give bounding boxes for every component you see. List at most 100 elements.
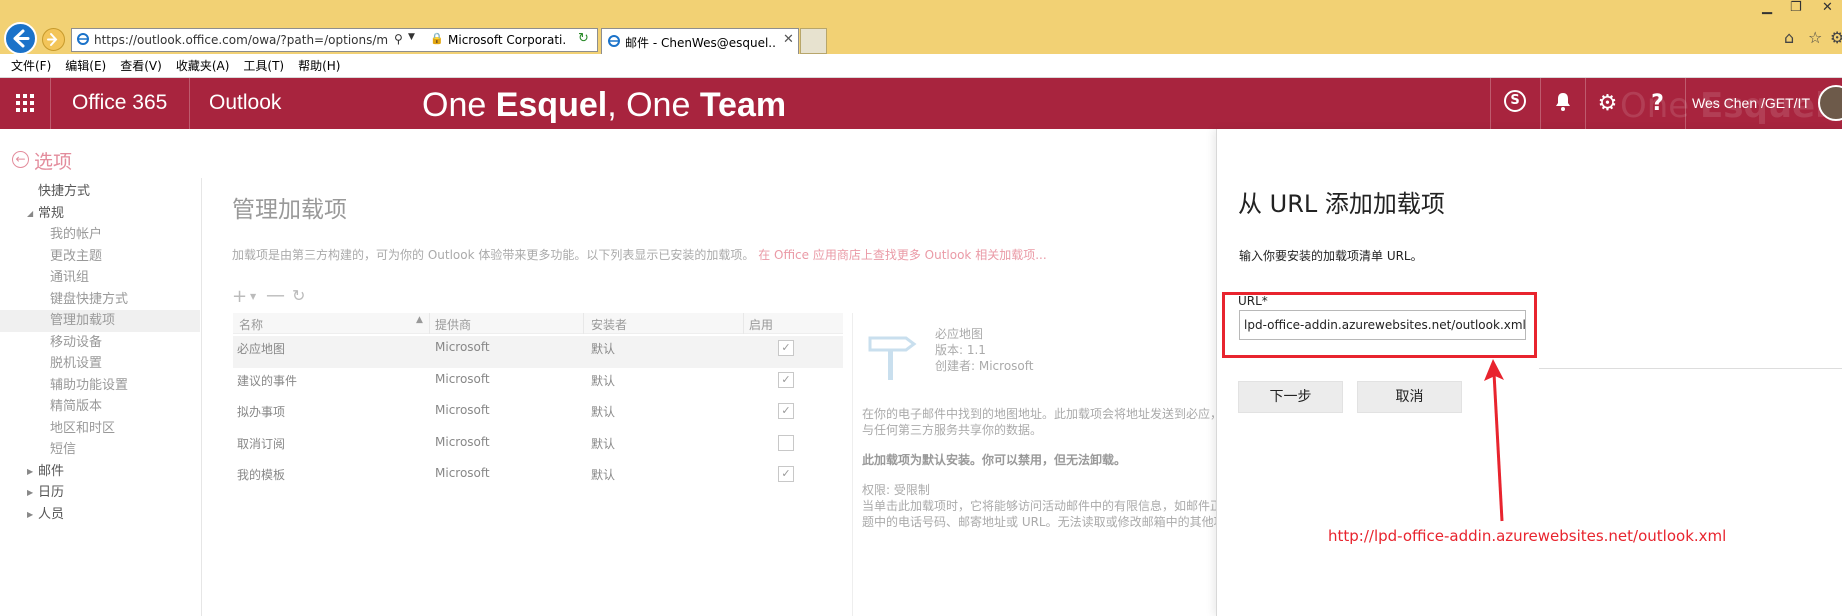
table-row[interactable]: 取消订阅 Microsoft 默认 (233, 431, 843, 463)
sidebar-item[interactable]: 地区和时区 (0, 418, 200, 440)
sidebar-item[interactable]: 移动设备 (0, 332, 200, 354)
cell-provider: Microsoft (435, 403, 490, 417)
app-launcher-button[interactable] (0, 78, 50, 129)
table-row[interactable]: 必应地图 Microsoft 默认 ✓ (233, 336, 843, 368)
sidebar-item-label: 辅助功能设置 (50, 377, 129, 393)
dropdown-icon[interactable]: ▼ (408, 32, 415, 42)
sidebar-item[interactable]: 通讯组 (0, 267, 200, 289)
menu-item[interactable]: 编辑(E) (58, 54, 113, 78)
remove-addin-icon[interactable]: — (266, 284, 285, 306)
annotation-arrow (1484, 359, 1504, 522)
browser-tab[interactable]: 邮件 - ChenWes@esquel.... ✕ (601, 28, 799, 54)
addins-table: 必应地图 Microsoft 默认 ✓ 建议的事件 Microsoft 默认 ✓ 拟办事项 Mic… (233, 336, 843, 494)
enabled-checkbox[interactable]: ✓ (778, 371, 794, 388)
sidebar-item[interactable]: 精简版本 (0, 396, 200, 418)
column-installer[interactable]: 安装者 (591, 316, 627, 333)
cancel-button[interactable]: 取消 (1357, 381, 1462, 413)
sidebar-item-label: 人员 (38, 506, 65, 522)
sidebar-item-label: 精简版本 (50, 399, 103, 414)
refresh-icon[interactable]: ↻ (578, 31, 589, 46)
add-dropdown-icon[interactable]: ▼ (250, 292, 256, 301)
table-row[interactable]: 拟办事项 Microsoft 默认 ✓ (233, 399, 843, 431)
back-button[interactable] (4, 22, 37, 55)
back-circle-icon: ← (12, 151, 29, 168)
addin-details-body: 在你的电子邮件中找到的地图地址。此加载项会将地址发送到必应， 与任何第三方服务共… (862, 406, 1218, 530)
enabled-checkbox[interactable]: ✓ (778, 466, 794, 482)
skype-button[interactable]: S (1490, 78, 1540, 129)
close-window-icon[interactable]: ✕ (1822, 0, 1833, 15)
sidebar-item-label: 邮件 (38, 463, 65, 479)
menu-item[interactable]: 工具(T) (236, 54, 291, 78)
add-addin-icon[interactable]: + (232, 286, 247, 307)
restore-icon[interactable]: ❐ (1790, 0, 1802, 15)
cell-name: 拟办事项 (237, 405, 286, 419)
sort-up-icon[interactable]: ▲ (416, 315, 423, 325)
sidebar-item[interactable]: ◢ 常规 (0, 203, 200, 225)
details-desc2: 与任何第三方服务共享你的数据。 (862, 423, 1043, 437)
sidebar-item[interactable]: 辅助功能设置 (0, 375, 200, 397)
minimize-icon[interactable]: ▁ (1762, 0, 1772, 15)
menu-item[interactable]: 帮助(H) (291, 54, 347, 78)
details-divider (852, 313, 853, 616)
office365-link[interactable]: Office 365 (72, 91, 167, 115)
sidebar-item[interactable]: 快捷方式 (0, 181, 200, 203)
sidebar-item[interactable]: ▶ 人员 (0, 504, 200, 526)
cell-installer: 默认 (591, 468, 616, 482)
sidebar-item[interactable]: 短信 (0, 439, 200, 461)
address-bar[interactable]: https://outlook.office.com/owa/?path=/op… (71, 28, 598, 52)
home-icon[interactable]: ⌂ (1784, 28, 1794, 47)
new-tab-button[interactable] (800, 28, 827, 54)
tagline-team: Team (699, 86, 787, 124)
address-url: https://outlook.office.com/owa/?path=/op… (94, 33, 389, 47)
details-version: 版本: 1.1 (935, 343, 986, 357)
sidebar-item-label: 键盘快捷方式 (50, 291, 129, 307)
chevron-right-icon[interactable]: ▶ (27, 504, 33, 525)
store-link[interactable]: 在 Office 应用商店上查找更多 Outlook 相关加载项... (758, 248, 1046, 262)
refresh-list-icon[interactable]: ↻ (292, 286, 305, 305)
chevron-down-icon[interactable]: ◢ (27, 203, 33, 224)
panel-instruction: 输入你要安装的加载项清单 URL。 (1239, 249, 1423, 263)
cell-provider: Microsoft (435, 371, 490, 386)
column-name[interactable]: 名称 (239, 316, 263, 333)
enabled-checkbox[interactable]: ✓ (778, 403, 794, 419)
site-identity[interactable]: Microsoft Corporati... (448, 33, 566, 47)
waffle-icon (16, 94, 34, 112)
sidebar-item[interactable]: 管理加载项 (0, 310, 200, 332)
sidebar-item-label: 快捷方式 (38, 184, 91, 199)
details-perm-desc2: 题中的电话号码、邮寄地址或 URL。无法读取或修改邮箱中的其他项 (862, 515, 1218, 529)
enabled-checkbox[interactable]: ✓ (778, 340, 794, 356)
sidebar-item[interactable]: ▶ 邮件 (0, 461, 200, 483)
column-provider[interactable]: 提供商 (435, 316, 471, 333)
menu-item[interactable]: 文件(F) (4, 54, 58, 78)
favorites-star-icon[interactable]: ☆ (1808, 28, 1822, 47)
chevron-right-icon[interactable]: ▶ (27, 482, 33, 503)
outlook-link[interactable]: Outlook (209, 91, 281, 115)
sidebar-item[interactable]: 脱机设置 (0, 353, 200, 375)
close-tab-icon[interactable]: ✕ (783, 32, 794, 47)
cell-provider: Microsoft (435, 434, 490, 449)
next-button[interactable]: 下一步 (1238, 381, 1343, 413)
chevron-right-icon[interactable]: ▶ (27, 461, 33, 482)
table-row[interactable]: 建议的事件 Microsoft 默认 ✓ (233, 368, 843, 400)
page-description: 加载项是由第三方构建的，可为你的 Outlook 体验带来更多功能。以下列表显示… (232, 246, 1052, 263)
menu-items: 文件(F) 编辑(E) 查看(V) 收藏夹(A) 工具(T) 帮助(H) (0, 54, 1842, 78)
url-label: URL* (1238, 294, 1268, 308)
cell-installer: 默认 (591, 342, 616, 356)
search-icon[interactable]: ⚲ (394, 32, 403, 46)
menu-item[interactable]: 查看(V) (113, 54, 169, 78)
notifications-button[interactable] (1540, 78, 1585, 129)
user-name[interactable]: Wes Chen /GET/IT (1692, 95, 1810, 111)
options-back-button[interactable]: ← 选项 (10, 147, 200, 173)
tools-gear-icon[interactable]: ⚙ (1830, 28, 1842, 47)
menu-item[interactable]: 收藏夹(A) (169, 54, 237, 78)
enabled-checkbox[interactable] (778, 434, 794, 451)
column-enabled[interactable]: 启用 (749, 316, 773, 333)
table-row[interactable]: 我的模板 Microsoft 默认 ✓ (233, 462, 843, 494)
forward-button[interactable] (42, 28, 65, 51)
sidebar-item[interactable]: 我的帐户 (0, 224, 200, 246)
url-input[interactable]: lpd-office-addin.azurewebsites.net/outlo… (1239, 310, 1526, 340)
col-divider (429, 313, 430, 334)
sidebar-item[interactable]: 更改主题 (0, 246, 200, 268)
sidebar-item[interactable]: 键盘快捷方式 (0, 289, 200, 311)
sidebar-item[interactable]: ▶ 日历 (0, 482, 200, 504)
